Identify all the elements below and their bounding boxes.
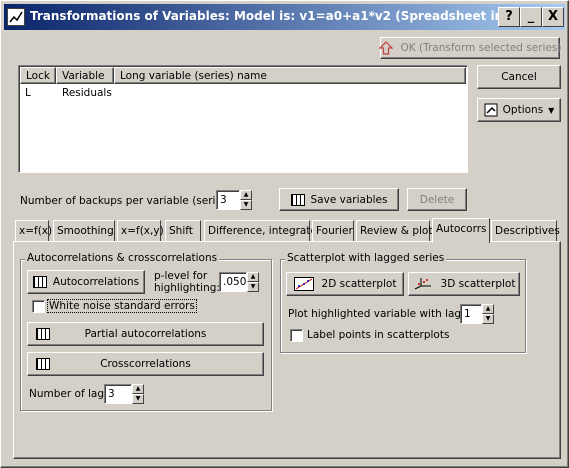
scatterplot-2d-label: 2D scatterplot [321, 278, 397, 290]
column-header-lock[interactable]: Lock [20, 67, 56, 84]
tab-x-fxy[interactable]: x=f(x,y) [117, 220, 164, 242]
label-points-checkbox[interactable] [290, 329, 303, 342]
table-row[interactable]: L Residuals [20, 85, 466, 101]
ok-transform-button[interactable]: OK (Transform selected series) [378, 37, 562, 59]
backups-label: Number of backups per variable (series): [20, 195, 236, 207]
window-title: Transformations of Variables: Model is: … [30, 9, 500, 23]
spreadsheet-icon [36, 358, 50, 370]
save-variables-button[interactable]: Save variables [279, 188, 399, 211]
lag-label: Plot highlighted variable with lag of: [288, 308, 478, 320]
crosscorrelations-label: Crosscorrelations [100, 358, 191, 370]
scatterplot-3d-button[interactable]: 3D scatterplot [408, 272, 520, 296]
tab-smoothing[interactable]: Smoothing [53, 220, 115, 242]
plevel-label-line1: p-level for [154, 270, 208, 282]
options-label: Options [502, 104, 544, 116]
chevron-down-icon: ▼ [548, 105, 555, 115]
plevel-label-line2: highlighting: [154, 282, 220, 294]
tab-review-plot[interactable]: Review & plot [356, 220, 432, 242]
tab-autocorrs[interactable]: Autocorrs [432, 218, 490, 243]
lags-value: 3 [108, 388, 115, 400]
white-noise-checkbox[interactable] [32, 300, 45, 313]
ok-label: OK (Transform selected series) [400, 42, 562, 54]
row-variable: Residuals [62, 87, 112, 99]
lags-input[interactable]: 3 [104, 384, 132, 404]
tab-x-fx[interactable]: x=f(x) [15, 220, 52, 242]
close-button[interactable]: X [542, 7, 564, 27]
tab-difference-integrate[interactable]: Difference, integrate [204, 220, 317, 242]
lag-input[interactable]: 1 [460, 304, 482, 324]
scatterplot-2d-icon [293, 277, 314, 291]
minimize-button[interactable]: _ [520, 7, 542, 27]
tab-shift[interactable]: Shift [165, 220, 201, 242]
app-icon [7, 8, 25, 26]
plevel-value: .050 [223, 276, 247, 288]
partial-autocorrelations-label: Partial autocorrelations [84, 328, 207, 340]
variable-list[interactable]: Lock Variable Long variable (series) nam… [18, 65, 468, 173]
autocorr-group-title: Autocorrelations & crosscorrelations [25, 252, 220, 264]
lag-value: 1 [464, 308, 471, 320]
plevel-spin-up[interactable]: ▲ [247, 272, 259, 282]
lag-spin-up[interactable]: ▲ [482, 304, 494, 314]
help-button[interactable]: ? [498, 7, 520, 27]
backups-value: 3 [220, 194, 227, 206]
spreadsheet-icon [290, 193, 305, 206]
lags-label: Number of lags: [29, 388, 113, 400]
save-variables-label: Save variables [310, 193, 388, 206]
column-header-long-name[interactable]: Long variable (series) name [114, 67, 466, 84]
row-lock: L [25, 87, 31, 99]
autocorrelations-button[interactable]: Autocorrelations [27, 270, 145, 294]
dialog-window: Transformations of Variables: Model is: … [0, 0, 569, 468]
column-header-variable[interactable]: Variable [56, 67, 114, 84]
lags-spin-up[interactable]: ▲ [132, 384, 144, 394]
backups-input[interactable]: 3 [216, 190, 240, 210]
title-bar[interactable]: Transformations of Variables: Model is: … [4, 4, 565, 30]
lag-spin-down[interactable]: ▼ [482, 314, 494, 324]
delete-button[interactable]: Delete [407, 188, 467, 211]
spreadsheet-icon [32, 276, 47, 288]
list-header: Lock Variable Long variable (series) nam… [20, 67, 466, 84]
backups-spin-down[interactable]: ▼ [240, 200, 252, 210]
up-arrow-icon [378, 41, 393, 55]
autocorrelations-label: Autocorrelations [52, 276, 140, 288]
white-noise-label[interactable]: White noise standard errors [47, 299, 197, 313]
scatterplot-3d-icon [413, 277, 433, 291]
plevel-spin-down[interactable]: ▼ [247, 282, 259, 292]
cancel-button[interactable]: Cancel [477, 65, 561, 89]
scatter-group-title: Scatterplot with lagged series [285, 252, 447, 264]
scatterplot-2d-button[interactable]: 2D scatterplot [286, 272, 404, 296]
crosscorrelations-button[interactable]: Crosscorrelations [27, 352, 264, 376]
scatterplot-3d-label: 3D scatterplot [440, 278, 516, 290]
plevel-input[interactable]: .050 [219, 272, 247, 292]
options-button[interactable]: Options ▼ [477, 98, 561, 122]
partial-autocorrelations-button[interactable]: Partial autocorrelations [27, 322, 264, 346]
tab-fourier[interactable]: Fourier [312, 220, 354, 242]
label-points-label[interactable]: Label points in scatterplots [307, 329, 449, 341]
options-icon [484, 103, 498, 117]
backups-spin-up[interactable]: ▲ [240, 190, 252, 200]
tab-descriptives[interactable]: Descriptives [491, 220, 560, 242]
spreadsheet-icon [36, 328, 50, 340]
lags-spin-down[interactable]: ▼ [132, 394, 144, 404]
